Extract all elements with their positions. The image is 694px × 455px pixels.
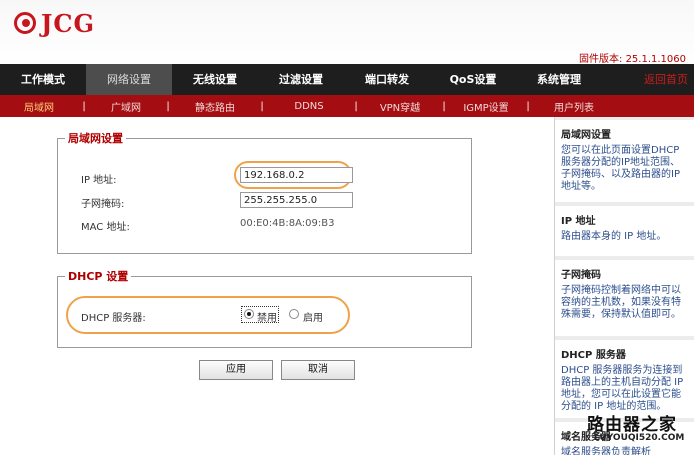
subnav-divider: | (82, 100, 86, 112)
help-title: IP 地址 (561, 216, 596, 227)
subnav-divider: | (260, 100, 264, 112)
nav-work-mode[interactable]: 工作模式 (0, 64, 86, 95)
content-panel: 局域网设置 IP 地址: 子网掩码: MAC 地址: 192.168.0.2 2… (0, 117, 552, 455)
logo-icon (14, 12, 36, 34)
subnav-divider: | (442, 100, 446, 112)
help-text: 路由器本身的 IP 地址。 (561, 231, 667, 242)
help-title: 子网掩码 (561, 270, 601, 281)
dhcp-enable-radio[interactable] (289, 309, 299, 319)
subnav-ddns[interactable]: DDNS (268, 101, 350, 112)
apply-button[interactable]: 应用 (199, 360, 273, 380)
dhcp-disable-radio[interactable] (244, 309, 254, 319)
subnav-user-list[interactable]: 用户列表 (534, 99, 614, 114)
subnav-vpn-passthrough[interactable]: VPN穿越 (362, 99, 438, 114)
main-nav: 工作模式 网络设置 无线设置 过滤设置 端口转发 QoS设置 系统管理 返回首页 (0, 64, 694, 95)
subnav-wan[interactable]: 广域网 (90, 99, 162, 114)
watermark-title: 路由器之家 (587, 415, 677, 435)
help-text: 您可以在此页面设置DHCP服务器分配的IP地址范围、子网掩码、以及路由器的IP地… (561, 145, 680, 192)
dhcp-server-label: DHCP 服务器: (81, 313, 146, 324)
subnav-divider: | (354, 100, 358, 112)
nav-home-link[interactable]: 返回首页 (644, 64, 694, 95)
nav-qos-settings[interactable]: QoS设置 (430, 64, 516, 95)
lan-settings-group: 局域网设置 IP 地址: 子网掩码: MAC 地址: 192.168.0.2 2… (57, 130, 472, 254)
dhcp-settings-group: DHCP 设置 DHCP 服务器: 禁用 启用 (57, 268, 472, 348)
help-section-lan: 局域网设置 您可以在此页面设置DHCP服务器分配的IP地址范围、子网掩码、以及路… (555, 120, 694, 202)
subnav-lan[interactable]: 局域网 (0, 99, 78, 114)
brand-name: JCG (41, 8, 95, 38)
ip-address-label: IP 地址: (81, 175, 117, 186)
nav-filter-settings[interactable]: 过滤设置 (258, 64, 344, 95)
subnet-mask-label: 子网掩码: (81, 199, 125, 210)
nav-network-settings[interactable]: 网络设置 (86, 64, 172, 95)
help-text: DHCP 服务器服务为连接到路由器上的主机自动分配 IP 地址，您可以在此设置它… (561, 365, 684, 412)
subnav-divider: | (526, 100, 530, 112)
nav-system-management[interactable]: 系统管理 (516, 64, 602, 95)
help-sidebar: 局域网设置 您可以在此页面设置DHCP服务器分配的IP地址范围、子网掩码、以及路… (554, 117, 694, 455)
subnav-igmp-settings[interactable]: IGMP设置 (450, 99, 522, 114)
help-title: 局域网设置 (561, 130, 611, 141)
header: JCG 固件版本: 25.1.1.1060 (0, 0, 694, 68)
sub-nav: 局域网 | 广域网 | 静态路由 | DDNS | VPN穿越 | IGMP设置… (0, 95, 694, 117)
subnav-divider: | (166, 100, 170, 112)
mac-address-label: MAC 地址: (81, 222, 130, 233)
help-text: 域名服务器负责解析 (561, 447, 651, 455)
firmware-version: 固件版本: 25.1.1.1060 (579, 54, 686, 65)
mac-address-value: 00:E0:4B:8A:09:B3 (240, 218, 335, 229)
help-section-ip: IP 地址 路由器本身的 IP 地址。 (555, 206, 694, 256)
ip-address-input[interactable]: 192.168.0.2 (240, 167, 353, 183)
lan-settings-legend: 局域网设置 (65, 130, 126, 146)
watermark-url: LUYOUQI520.COM (594, 433, 685, 443)
help-section-mask: 子网掩码 子网掩码控制着网络中可以容纳的主机数，如果没有特殊需要，保持默认值即可… (555, 260, 694, 336)
dhcp-disable-label[interactable]: 禁用 (257, 309, 277, 324)
dhcp-settings-legend: DHCP 设置 (65, 268, 132, 284)
help-text: 子网掩码控制着网络中可以容纳的主机数，如果没有特殊需要，保持默认值即可。 (561, 285, 681, 320)
subnav-static-route[interactable]: 静态路由 (174, 99, 256, 114)
nav-port-forwarding[interactable]: 端口转发 (344, 64, 430, 95)
help-section-dhcp: DHCP 服务器 DHCP 服务器服务为连接到路由器上的主机自动分配 IP 地址… (555, 340, 694, 418)
help-title: DHCP 服务器 (561, 350, 626, 361)
cancel-button[interactable]: 取消 (281, 360, 355, 380)
nav-wireless-settings[interactable]: 无线设置 (172, 64, 258, 95)
dhcp-enable-label[interactable]: 启用 (303, 309, 323, 324)
brand-logo: JCG (14, 8, 95, 38)
subnet-mask-input[interactable]: 255.255.255.0 (240, 192, 353, 208)
